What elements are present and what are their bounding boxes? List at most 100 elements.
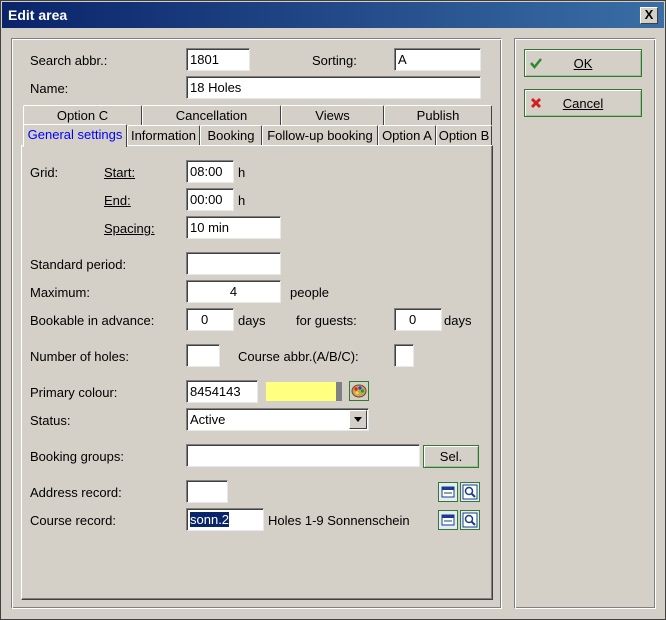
tab-cancellation[interactable]: Cancellation: [142, 105, 281, 125]
tab-option-c[interactable]: Option C: [23, 105, 142, 125]
end-time-value: 00:00: [190, 192, 223, 207]
course-record-label: Course record:: [30, 513, 116, 528]
tab-information[interactable]: Information: [127, 125, 200, 145]
bookable-advance-label: Bookable in advance:: [30, 313, 155, 328]
standard-period-label: Standard period:: [30, 257, 127, 272]
tab-label: Information: [130, 128, 197, 143]
status-select[interactable]: Active: [186, 408, 369, 431]
end-time-input[interactable]: 00:00: [186, 188, 234, 211]
red-x-icon: [530, 97, 542, 109]
tab-label: Views: [315, 108, 350, 123]
tab-booking[interactable]: Booking: [200, 125, 262, 145]
status-dropdown-button[interactable]: [349, 410, 367, 429]
window-title: Edit area: [8, 7, 68, 23]
palette-icon: [351, 384, 367, 398]
close-icon: X: [644, 7, 654, 22]
start-time-input[interactable]: 08:00: [186, 160, 234, 183]
tab-label: Option A: [382, 128, 432, 143]
maximum-unit: people: [290, 285, 330, 300]
close-button[interactable]: X: [640, 7, 658, 24]
booking-groups-label: Booking groups:: [30, 449, 124, 464]
search-abbr-input[interactable]: 1801: [186, 48, 250, 71]
select-booking-groups-button[interactable]: Sel.: [423, 445, 479, 468]
tab-option-b[interactable]: Option B: [436, 125, 492, 145]
start-time-value: 08:00: [190, 164, 223, 179]
address-record-label: Address record:: [30, 485, 122, 500]
standard-period-input[interactable]: [186, 252, 281, 275]
course-abbr-label: Course abbr.(A/B/C):: [238, 349, 359, 364]
name-input[interactable]: 18 Holes: [186, 76, 481, 99]
cancel-button-label: Cancel: [562, 96, 604, 111]
course-record-value: sonn.2: [190, 512, 230, 527]
start-label: Start:: [104, 165, 136, 180]
course-record-description: Holes 1-9 Sonnenschein: [268, 513, 410, 528]
tab-general-settings[interactable]: General settings: [23, 124, 127, 147]
start-hour-unit: h: [238, 165, 246, 180]
cancel-button[interactable]: Cancel: [524, 89, 642, 117]
number-of-holes-input[interactable]: [186, 344, 220, 367]
booking-groups-input[interactable]: [186, 444, 420, 467]
tab-label: Cancellation: [175, 108, 248, 123]
tab-label: Option B: [438, 128, 490, 143]
edit-record-icon: [441, 486, 455, 498]
end-hour-unit: h: [238, 193, 246, 208]
address-record-input[interactable]: [186, 480, 228, 503]
sorting-value: A: [398, 52, 407, 67]
primary-colour-label: Primary colour:: [30, 385, 118, 400]
grid-label: Grid:: [30, 165, 59, 180]
maximum-input[interactable]: 4: [186, 280, 281, 303]
bookable-advance-value: 0: [201, 312, 209, 327]
palette-button[interactable]: [349, 381, 369, 401]
status-value: Active: [190, 412, 226, 427]
status-label: Status:: [30, 413, 71, 428]
for-guests-input[interactable]: 0: [394, 308, 442, 331]
spacing-input[interactable]: 10 min: [186, 216, 281, 239]
tab-publish[interactable]: Publish: [384, 105, 492, 125]
spacing-label: Spacing:: [104, 221, 155, 236]
course-record-search-button[interactable]: [460, 510, 480, 530]
general-settings-panel: [21, 145, 493, 600]
tab-views[interactable]: Views: [281, 105, 384, 125]
sorting-input[interactable]: A: [394, 48, 481, 71]
edit-record-icon: [441, 514, 455, 526]
for-guests-value: 0: [409, 312, 417, 327]
checkmark-icon: [530, 58, 542, 69]
search-abbr-value: 1801: [190, 52, 219, 67]
number-of-holes-label: Number of holes:: [30, 349, 129, 364]
tab-follow-up-booking[interactable]: Follow-up booking: [262, 125, 378, 145]
primary-colour-swatch: [266, 382, 336, 401]
primary-colour-input[interactable]: 8454143: [186, 380, 258, 403]
title-bar: Edit area X: [2, 2, 664, 28]
maximum-label: Maximum:: [30, 285, 90, 300]
spacing-value: 10 min: [190, 220, 230, 235]
search-record-icon: [462, 512, 478, 528]
edit-area-dialog: Edit area X Search abbr.: 1801 Sorting: …: [0, 0, 666, 620]
ok-button[interactable]: OK: [524, 49, 642, 77]
course-record-input[interactable]: sonn.2: [186, 508, 264, 531]
for-guests-label: for guests:: [296, 313, 357, 328]
address-record-search-button[interactable]: [460, 482, 480, 502]
tab-label: General settings: [27, 127, 123, 142]
tab-label: Follow-up booking: [267, 128, 373, 143]
course-abbr-input[interactable]: [394, 344, 414, 367]
actions-panel: [514, 38, 656, 609]
tab-label: Publish: [416, 108, 460, 123]
search-abbr-label: Search abbr.:: [30, 53, 108, 68]
name-value: 18 Holes: [190, 80, 242, 95]
name-label: Name:: [30, 81, 69, 96]
address-record-edit-button[interactable]: [438, 482, 458, 502]
colour-swatch-scroll[interactable]: [336, 382, 342, 401]
sel-button-label: Sel.: [439, 449, 463, 464]
tab-option-a[interactable]: Option A: [378, 125, 436, 145]
end-label: End:: [104, 193, 131, 208]
bookable-advance-input[interactable]: 0: [186, 308, 234, 331]
bookable-days-unit: days: [238, 313, 266, 328]
course-record-edit-button[interactable]: [438, 510, 458, 530]
tab-label: Option C: [56, 108, 109, 123]
ok-button-label: OK: [573, 56, 593, 71]
tab-label: Booking: [207, 128, 255, 143]
guests-days-unit: days: [444, 313, 472, 328]
search-record-icon: [462, 484, 478, 500]
primary-colour-value: 8454143: [190, 384, 241, 399]
maximum-value: 4: [229, 284, 238, 299]
